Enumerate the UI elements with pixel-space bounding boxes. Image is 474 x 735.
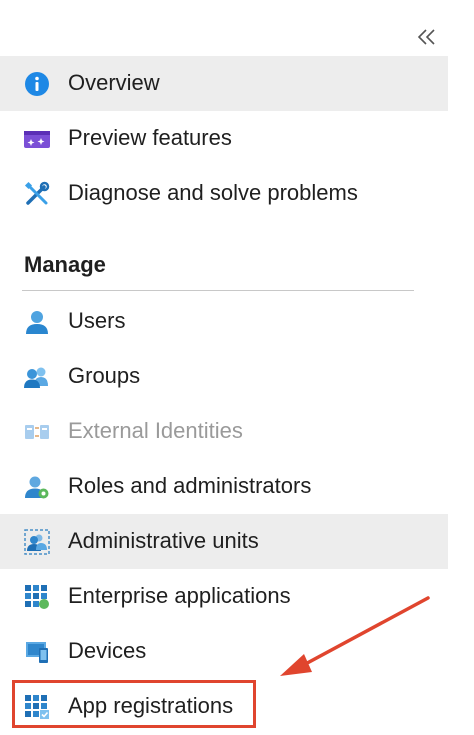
collapse-sidebar-button[interactable] (414, 26, 440, 48)
double-chevron-left-icon (417, 29, 435, 45)
section-divider (22, 290, 414, 291)
sidebar-item-label: Devices (68, 638, 147, 663)
sidebar-item-label: Administrative units (68, 528, 259, 553)
sidebar-item-label: Users (68, 308, 126, 333)
preview-features-icon (24, 131, 50, 148)
sidebar-item-external-identities[interactable]: External Identities (0, 404, 448, 459)
sidebar-item-label: Diagnose and solve problems (68, 180, 358, 205)
sidebar-item-administrative-units[interactable]: Administrative units (0, 514, 448, 569)
sidebar-item-groups[interactable]: Groups (0, 349, 448, 404)
external-identities-icon (25, 425, 49, 439)
app-registrations-icon (25, 695, 49, 719)
sidebar-item-label: External Identities (68, 418, 243, 443)
sidebar-nav: Overview Preview features Diagnose and s… (0, 0, 474, 735)
wrench-screwdriver-icon (24, 181, 50, 205)
roles-icon (25, 476, 49, 499)
admin-units-icon (24, 529, 50, 555)
sidebar-item-label: Overview (68, 70, 160, 95)
sidebar-item-diagnose-solve[interactable]: Diagnose and solve problems (0, 166, 448, 221)
sidebar-item-enterprise-applications[interactable]: Enterprise applications (0, 569, 448, 624)
groups-icon (24, 367, 48, 388)
sidebar-item-users[interactable]: Users (0, 294, 448, 349)
sidebar-item-overview[interactable]: Overview (0, 56, 448, 111)
devices-icon (26, 642, 48, 663)
sidebar-item-preview-features[interactable]: Preview features (0, 111, 448, 166)
sidebar-item-roles-administrators[interactable]: Roles and administrators (0, 459, 448, 514)
info-icon (25, 72, 49, 96)
sidebar-item-label: App registrations (68, 693, 234, 718)
sidebar-item-app-registrations[interactable]: App registrations (0, 679, 448, 734)
sidebar-item-label: Preview features (68, 125, 232, 150)
user-icon (26, 311, 48, 334)
sidebar-item-label: Groups (68, 363, 141, 388)
sidebar-item-label: Roles and administrators (68, 473, 312, 498)
sidebar-item-devices[interactable]: Devices (0, 624, 448, 679)
enterprise-apps-icon (25, 585, 49, 609)
sidebar-item-label: Enterprise applications (68, 583, 291, 608)
manage-section-header: Manage (24, 252, 106, 277)
